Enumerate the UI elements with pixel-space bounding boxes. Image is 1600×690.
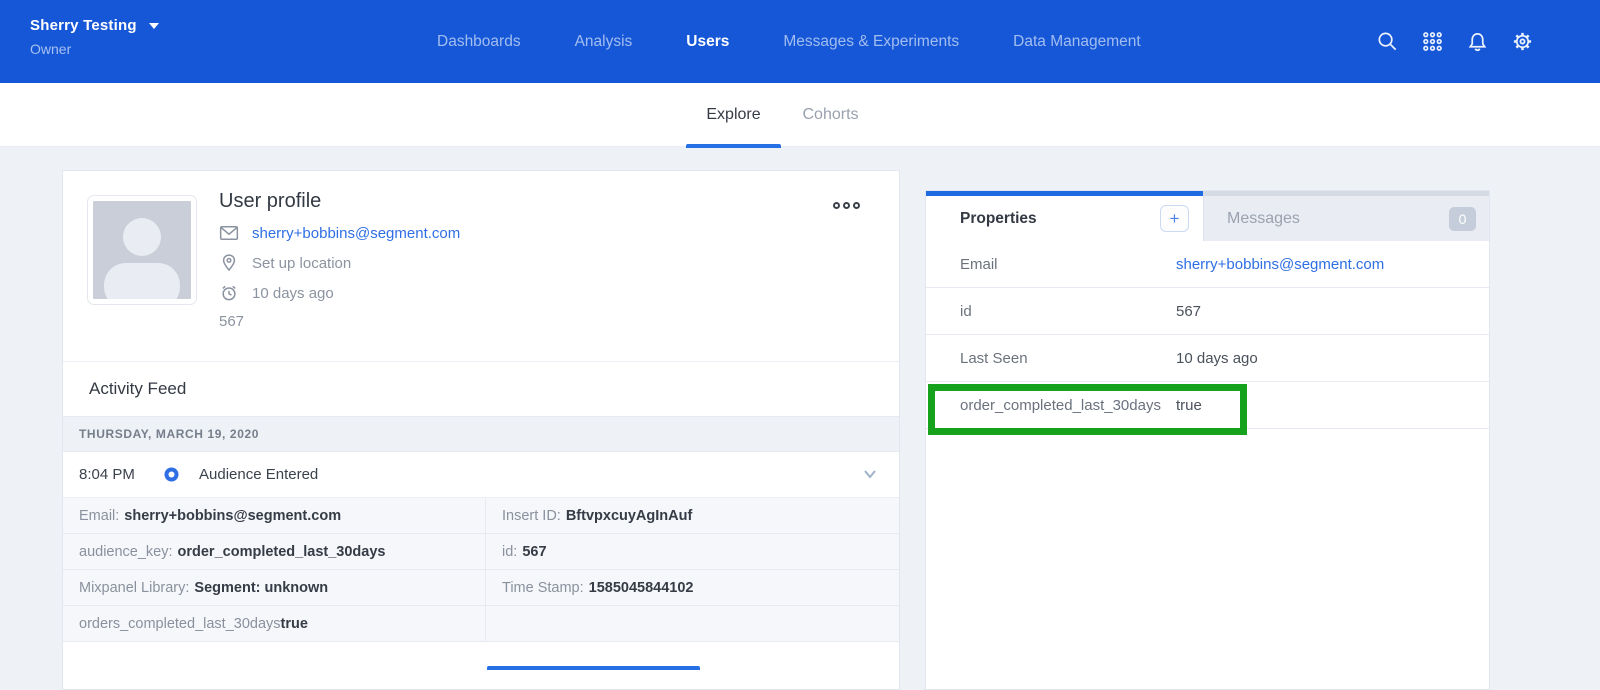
nav-item-data-management[interactable]: Data Management bbox=[1013, 33, 1141, 51]
detail-cell: orders_completed_last_30days true bbox=[63, 606, 486, 641]
property-key: id bbox=[926, 303, 1176, 320]
detail-label: id: bbox=[502, 544, 517, 560]
nav-item-users[interactable]: Users bbox=[686, 33, 729, 51]
org-role: Owner bbox=[30, 41, 159, 57]
detail-value: sherry+bobbins@segment.com bbox=[124, 508, 341, 524]
org-switcher[interactable]: Sherry Testing Owner bbox=[30, 17, 159, 57]
detail-value: 567 bbox=[522, 544, 546, 560]
location-pin-icon bbox=[219, 253, 239, 273]
detail-label: Email: bbox=[79, 508, 119, 524]
profile-location-text[interactable]: Set up location bbox=[252, 255, 351, 272]
activity-event-row[interactable]: 8:04 PM Audience Entered bbox=[63, 452, 899, 498]
caret-down-icon bbox=[149, 23, 159, 29]
property-value: 567 bbox=[1176, 303, 1489, 320]
detail-cell: audience_key: order_completed_last_30day… bbox=[63, 534, 486, 569]
chevron-down-icon[interactable] bbox=[863, 469, 877, 479]
more-options-icon[interactable] bbox=[833, 202, 860, 209]
table-row: Last Seen 10 days ago bbox=[926, 335, 1489, 382]
properties-panel: Properties + Messages 0 Email sherry+bob… bbox=[925, 190, 1490, 690]
envelope-icon bbox=[219, 223, 239, 243]
profile-location-row: Set up location bbox=[219, 253, 460, 273]
detail-value: true bbox=[281, 616, 308, 632]
event-dot-icon bbox=[164, 467, 179, 482]
profile-last-seen-row: 10 days ago bbox=[219, 283, 460, 303]
table-row: Email sherry+bobbins@segment.com bbox=[926, 241, 1489, 288]
secondary-tab-bar: Explore Cohorts bbox=[0, 83, 1600, 147]
org-name: Sherry Testing bbox=[30, 17, 137, 34]
section-divider bbox=[63, 361, 899, 362]
detail-cell: id: 567 bbox=[486, 534, 899, 569]
activity-feed-title: Activity Feed bbox=[89, 361, 186, 416]
nav-item-messages-experiments[interactable]: Messages & Experiments bbox=[783, 33, 959, 51]
properties-tabstrip: Properties + Messages 0 bbox=[926, 191, 1489, 241]
table-row: id 567 bbox=[926, 288, 1489, 335]
activity-date-text: THURSDAY, MARCH 19, 2020 bbox=[79, 427, 259, 441]
detail-label: Insert ID: bbox=[502, 508, 561, 524]
detail-cell: Email: sherry+bobbins@segment.com bbox=[63, 498, 486, 533]
settings-gear-icon[interactable] bbox=[1511, 30, 1534, 53]
tab-explore[interactable]: Explore bbox=[686, 83, 781, 147]
detail-label: Mixpanel Library: bbox=[79, 580, 189, 596]
notification-bell-icon[interactable] bbox=[1466, 30, 1489, 53]
detail-value: Segment: unknown bbox=[194, 580, 328, 596]
add-property-button[interactable]: + bbox=[1160, 205, 1189, 232]
profile-email-row: sherry+bobbins@segment.com bbox=[219, 223, 460, 243]
profile-last-seen-text: 10 days ago bbox=[252, 285, 334, 302]
detail-value: order_completed_last_30days bbox=[178, 544, 386, 560]
primary-nav: Dashboards Analysis Users Messages & Exp… bbox=[437, 0, 1141, 83]
event-detail-table: Email: sherry+bobbins@segment.com Insert… bbox=[63, 498, 899, 642]
table-row: orders_completed_last_30days true bbox=[63, 606, 899, 642]
detail-cell: Mixpanel Library: Segment: unknown bbox=[63, 570, 486, 605]
profile-id: 567 bbox=[219, 313, 460, 330]
property-value: true bbox=[1176, 397, 1489, 414]
nav-item-analysis[interactable]: Analysis bbox=[575, 33, 633, 51]
profile-info: User profile sherry+bobbins@segment.com … bbox=[219, 190, 460, 330]
topbar-icons bbox=[1376, 0, 1534, 83]
event-name: Audience Entered bbox=[199, 466, 318, 483]
table-row-highlighted: order_completed_last_30days true bbox=[926, 382, 1489, 429]
top-navigation-bar: Sherry Testing Owner Dashboards Analysis… bbox=[0, 0, 1600, 83]
messages-count-badge: 0 bbox=[1449, 207, 1476, 231]
tab-cohorts[interactable]: Cohorts bbox=[793, 83, 868, 147]
page-title: User profile bbox=[219, 190, 460, 213]
property-value: 10 days ago bbox=[1176, 350, 1489, 367]
detail-value: 1585045844102 bbox=[589, 580, 694, 596]
clock-icon bbox=[219, 283, 239, 303]
property-key: Email bbox=[926, 256, 1176, 273]
bottom-cutoff-blue-bar bbox=[487, 666, 700, 670]
tab-properties[interactable]: Properties + bbox=[926, 191, 1203, 241]
search-icon[interactable] bbox=[1376, 30, 1399, 53]
nav-item-dashboards[interactable]: Dashboards bbox=[437, 33, 521, 51]
avatar bbox=[88, 196, 196, 304]
detail-label: orders_completed_last_30days bbox=[79, 616, 281, 632]
table-row: audience_key: order_completed_last_30day… bbox=[63, 534, 899, 570]
event-time: 8:04 PM bbox=[79, 466, 151, 483]
user-profile-card: User profile sherry+bobbins@segment.com … bbox=[62, 170, 900, 690]
table-row: Email: sherry+bobbins@segment.com Insert… bbox=[63, 498, 899, 534]
detail-cell-empty bbox=[486, 606, 899, 641]
detail-value: BftvpxcuyAgInAuf bbox=[566, 508, 692, 524]
active-tab-underline bbox=[686, 144, 781, 148]
property-value-link[interactable]: sherry+bobbins@segment.com bbox=[1176, 256, 1489, 273]
property-key: order_completed_last_30days bbox=[926, 397, 1176, 414]
activity-date-header: THURSDAY, MARCH 19, 2020 bbox=[63, 416, 899, 452]
tab-explore-label: Explore bbox=[706, 106, 760, 124]
tab-cohorts-label: Cohorts bbox=[802, 106, 858, 124]
tab-messages[interactable]: Messages 0 bbox=[1203, 191, 1489, 241]
apps-grid-icon[interactable] bbox=[1421, 30, 1444, 53]
detail-cell: Insert ID: BftvpxcuyAgInAuf bbox=[486, 498, 899, 533]
detail-label: audience_key: bbox=[79, 544, 173, 560]
tab-messages-label: Messages bbox=[1227, 210, 1300, 228]
table-row: Mixpanel Library: Segment: unknown Time … bbox=[63, 570, 899, 606]
properties-table: Email sherry+bobbins@segment.com id 567 … bbox=[926, 241, 1489, 429]
property-key: Last Seen bbox=[926, 350, 1176, 367]
detail-cell: Time Stamp: 1585045844102 bbox=[486, 570, 899, 605]
detail-label: Time Stamp: bbox=[502, 580, 584, 596]
profile-email-link[interactable]: sherry+bobbins@segment.com bbox=[252, 225, 460, 242]
tab-properties-label: Properties bbox=[960, 210, 1037, 228]
